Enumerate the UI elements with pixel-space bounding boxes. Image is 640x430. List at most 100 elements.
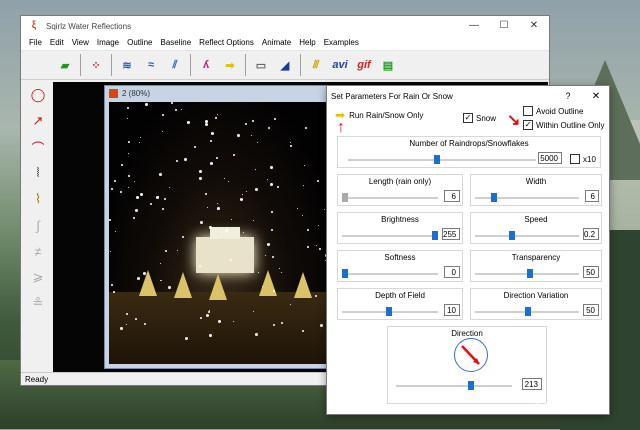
snowflake: [138, 141, 140, 143]
snowflake: [127, 118, 129, 120]
snowflake: [289, 144, 292, 147]
length-value-field[interactable]: 6: [444, 190, 460, 202]
avi-export-button[interactable]: avi: [328, 54, 352, 76]
menu-animate[interactable]: Animate: [258, 36, 295, 50]
arrow-right-icon[interactable]: ➡: [218, 54, 242, 76]
snowflake: [114, 179, 117, 182]
menu-view[interactable]: View: [68, 36, 93, 50]
direction-dial[interactable]: [454, 338, 488, 372]
menu-edit[interactable]: Edit: [46, 36, 68, 50]
snowflake: [112, 290, 115, 293]
image-window-titlebar[interactable]: 2 (80%): [105, 86, 335, 100]
panel-icon[interactable]: ▤: [376, 54, 400, 76]
snowflake: [160, 263, 162, 265]
open-folder-icon[interactable]: ▰: [53, 54, 77, 76]
wave-question-tool-icon[interactable]: ⌇: [23, 186, 53, 212]
speed-slider-thumb[interactable]: [509, 231, 515, 240]
snowflake: [127, 141, 130, 144]
snowflake: [109, 218, 112, 221]
dialog-close-button[interactable]: ✕: [583, 91, 609, 102]
softness-slider-thumb[interactable]: [342, 269, 348, 278]
length-slider-track[interactable]: [342, 197, 438, 199]
menu-image[interactable]: Image: [93, 36, 123, 50]
width-slider-thumb[interactable]: [491, 193, 497, 202]
snowflake: [277, 186, 280, 189]
help-button[interactable]: ?: [553, 91, 583, 101]
direction-slider-track[interactable]: [396, 385, 512, 387]
width-value-field[interactable]: 6: [585, 190, 599, 202]
snowflake: [193, 146, 196, 149]
landscape-icon[interactable]: ▭: [249, 54, 273, 76]
line-tool-icon[interactable]: ↗: [23, 108, 53, 134]
snowflake: [184, 157, 188, 161]
minimize-button[interactable]: —: [459, 16, 489, 36]
menu-examples[interactable]: Examples: [320, 36, 363, 50]
left-tool-panel: ◯ ↗ ⌒ ⦚ ⌇ ∫ ≠ ⩾ ≗: [23, 82, 54, 372]
menu-reflect-options[interactable]: Reflect Options: [195, 36, 258, 50]
snowflake: [304, 165, 306, 167]
snowflake: [176, 160, 179, 163]
color-dots-icon[interactable]: ⁘: [84, 54, 108, 76]
transparency-value-field[interactable]: 50: [583, 266, 599, 278]
snowflake: [127, 152, 129, 154]
snowflake: [302, 184, 304, 186]
maximize-button[interactable]: ☐: [489, 16, 519, 36]
gif-export-button[interactable]: gif: [352, 54, 376, 76]
genk-watermark-logo: GENK: [530, 402, 578, 418]
menu-help[interactable]: Help: [295, 36, 319, 50]
snowflake: [270, 211, 273, 214]
drops-value-field[interactable]: 5000: [538, 152, 562, 164]
menu-outline[interactable]: Outline: [123, 36, 156, 50]
ellipse-tool-icon[interactable]: ◯: [23, 82, 53, 108]
toolbar-separator: [300, 54, 301, 76]
snowflake: [132, 216, 135, 219]
snowflake: [170, 102, 173, 104]
bow-tool-icon[interactable]: ⌒: [23, 134, 53, 160]
snowflake: [257, 271, 259, 273]
snowflake: [252, 310, 254, 312]
depth-value-field[interactable]: 10: [444, 304, 460, 316]
speed-value-field[interactable]: 0.2: [583, 228, 599, 240]
speed-slider-track[interactable]: [475, 235, 579, 237]
drops-slider-track[interactable]: [348, 159, 536, 161]
softness-value-field[interactable]: 0: [444, 266, 460, 278]
drops-slider-thumb[interactable]: [434, 155, 440, 164]
brightness-slider-track[interactable]: [342, 235, 438, 237]
length-slider-thumb[interactable]: [342, 193, 348, 202]
reflect-icon[interactable]: ʎ: [194, 54, 218, 76]
within-outline-checkbox[interactable]: ✓ Within Outline Only: [523, 120, 604, 130]
direction-slider-thumb[interactable]: [468, 381, 474, 390]
title-bar[interactable]: ξ Sqirlz Water Reflections — ☐ ✕: [21, 16, 549, 36]
rain-lines-icon[interactable]: ⫽: [163, 54, 187, 76]
direction-value-field[interactable]: 213: [522, 378, 542, 390]
variation-slider-thumb[interactable]: [525, 307, 531, 316]
avoid-outline-checkbox[interactable]: Avoid Outline: [523, 106, 583, 116]
depth-slider-thumb[interactable]: [386, 307, 392, 316]
snowflake: [274, 118, 277, 120]
menu-baseline[interactable]: Baseline: [156, 36, 195, 50]
softness-slider-track[interactable]: [342, 273, 438, 275]
rain-animate-icon[interactable]: ⫻: [304, 54, 328, 76]
ripple-icon[interactable]: ≈: [139, 54, 163, 76]
menu-file[interactable]: File: [25, 36, 46, 50]
menu-bar: File Edit View Image Outline Baseline Re…: [21, 36, 549, 51]
snow-label: Snow: [476, 113, 497, 123]
snowflake: [229, 258, 232, 261]
zigzag-tool-icon[interactable]: ⦚: [23, 160, 53, 186]
snowflake: [110, 188, 113, 191]
snowflake: [251, 134, 253, 136]
toolbar-separator: [245, 54, 246, 76]
triangle-icon[interactable]: ◢: [273, 54, 297, 76]
brightness-value-field[interactable]: 255: [442, 228, 460, 240]
transparency-slider-thumb[interactable]: [527, 269, 533, 278]
x10-checkbox[interactable]: x10: [570, 154, 596, 164]
checkbox-empty-icon: [570, 154, 580, 164]
water-waves-icon[interactable]: ≋: [115, 54, 139, 76]
dialog-titlebar[interactable]: Set Parameters For Rain Or Snow ? ✕: [327, 86, 609, 106]
close-button[interactable]: ✕: [519, 16, 549, 36]
brightness-slider-thumb[interactable]: [432, 231, 438, 240]
run-rain-snow-button[interactable]: ➡ Run Rain/Snow Only: [335, 108, 423, 122]
variation-value-field[interactable]: 50: [583, 304, 599, 316]
snow-checkbox[interactable]: ✓ Snow: [463, 113, 496, 123]
snowflake: [164, 249, 167, 252]
